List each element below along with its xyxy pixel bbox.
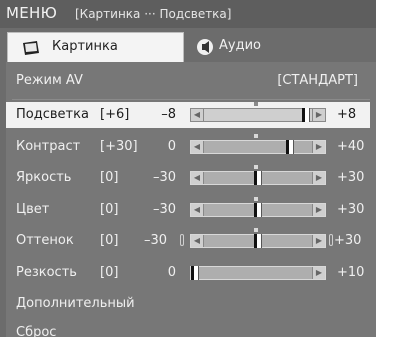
av-mode-row[interactable]: Режим AV [СТАНДАРТ] [6, 68, 370, 94]
advanced-row[interactable]: Дополнительный [6, 291, 370, 317]
setting-label: Яркость [16, 170, 72, 185]
slider-thumb[interactable] [254, 234, 262, 248]
contrast-slider[interactable]: ◀ ▶ [190, 134, 326, 154]
slider-center-mark [254, 102, 258, 106]
tint-left-endcap-icon [180, 234, 184, 246]
slider-right-arrow-icon[interactable]: ▶ [312, 141, 325, 153]
setting-row-contrast[interactable]: Контраст [+30] 0 ◀ ▶ +40 [6, 134, 370, 160]
slider-left-arrow-icon[interactable]: ◀ [191, 235, 204, 247]
slider-thumb[interactable] [286, 140, 294, 154]
audio-icon [197, 39, 213, 55]
setting-row-tint[interactable]: Оттенок [0] –30 ◀ ▶ +30 [6, 228, 370, 254]
settings-list: Режим AV [СТАНДАРТ] Подсветка [+6] –8 ◀ … [6, 62, 376, 337]
tab-bar: Картинка Аудио [0, 28, 376, 62]
setting-min: 0 [167, 139, 176, 154]
picture-icon [23, 41, 39, 55]
slider-right-arrow-icon[interactable]: ▶ [312, 267, 325, 279]
setting-row-color[interactable]: Цвет [0] –30 ◀ ▶ +30 [6, 197, 370, 223]
slider-left-arrow-icon[interactable]: ◀ [191, 172, 204, 184]
setting-label: Подсветка [16, 107, 89, 122]
setting-min: –30 [152, 170, 176, 185]
advanced-label: Дополнительный [16, 296, 135, 311]
slider-center-mark [254, 228, 258, 232]
setting-adjust: [+30] [100, 139, 138, 154]
setting-max: +10 [337, 265, 365, 280]
slider-center-mark [254, 165, 258, 169]
setting-label: Оттенок [16, 233, 74, 248]
menu-panel: МЕНЮ [Картинка ··· Подсветка] Картинка А… [0, 0, 376, 337]
slider-left-arrow-icon[interactable]: ◀ [191, 141, 204, 153]
av-mode-label: Режим AV [16, 73, 83, 88]
sharpness-slider[interactable]: ▶ [190, 266, 326, 280]
setting-row-sharpness[interactable]: Резкость [0] 0 ▶ +10 [6, 260, 370, 286]
slider-thumb[interactable] [254, 171, 262, 185]
setting-max: +8 [337, 107, 357, 122]
setting-adjust: [0] [100, 233, 119, 248]
setting-label: Резкость [16, 265, 77, 280]
setting-min: –30 [152, 202, 176, 217]
slider-left-arrow-icon[interactable]: ◀ [191, 109, 204, 121]
tab-picture[interactable]: Картинка [7, 32, 184, 62]
slider-center-mark [254, 134, 258, 138]
slider-right-arrow-icon[interactable]: ▶ [312, 109, 325, 121]
tab-picture-label: Картинка [52, 39, 118, 54]
reset-row[interactable]: Сброс [6, 320, 370, 337]
setting-label: Контраст [16, 139, 81, 154]
setting-adjust: [+6] [100, 107, 130, 122]
tint-right-endcap-icon [329, 234, 333, 246]
slider-left-arrow-icon[interactable]: ◀ [191, 204, 204, 216]
breadcrumb: [Картинка ··· Подсветка] [75, 7, 232, 21]
slider-thumb[interactable] [191, 266, 199, 280]
slider-right-arrow-icon[interactable]: ▶ [312, 235, 325, 247]
reset-label: Сброс [16, 325, 57, 337]
tab-audio[interactable]: Аудио [185, 32, 376, 61]
setting-min: –30 [143, 233, 167, 248]
setting-adjust: [0] [100, 170, 119, 185]
tab-audio-label: Аудио [219, 38, 261, 53]
setting-max: +40 [337, 139, 365, 154]
setting-max: +30 [337, 170, 365, 185]
setting-adjust: [0] [100, 265, 119, 280]
setting-max: +30 [337, 202, 365, 217]
slider-center-mark [254, 197, 258, 201]
setting-min: 0 [167, 265, 176, 280]
tint-slider[interactable]: ◀ ▶ [190, 228, 326, 248]
slider-right-arrow-icon[interactable]: ▶ [312, 172, 325, 184]
color-slider[interactable]: ◀ ▶ [190, 197, 326, 217]
setting-row-brightness[interactable]: Яркость [0] –30 ◀ ▶ +30 [6, 165, 370, 191]
setting-row-backlight[interactable]: Подсветка [+6] –8 ◀ ▶ +8 [6, 102, 370, 128]
av-mode-value: [СТАНДАРТ] [277, 73, 358, 88]
backlight-slider[interactable]: ◀ ▶ [190, 102, 326, 122]
setting-min: –8 [161, 107, 176, 122]
brightness-slider[interactable]: ◀ ▶ [190, 165, 326, 185]
slider-right-arrow-icon[interactable]: ▶ [312, 204, 325, 216]
setting-label: Цвет [16, 202, 50, 217]
menu-titlebar: МЕНЮ [Картинка ··· Подсветка] [0, 0, 376, 28]
menu-title: МЕНЮ [6, 4, 58, 22]
slider-thumb[interactable] [302, 108, 310, 122]
setting-max: +30 [334, 233, 362, 248]
divider [12, 99, 370, 100]
setting-adjust: [0] [100, 202, 119, 217]
slider-thumb[interactable] [254, 203, 262, 217]
